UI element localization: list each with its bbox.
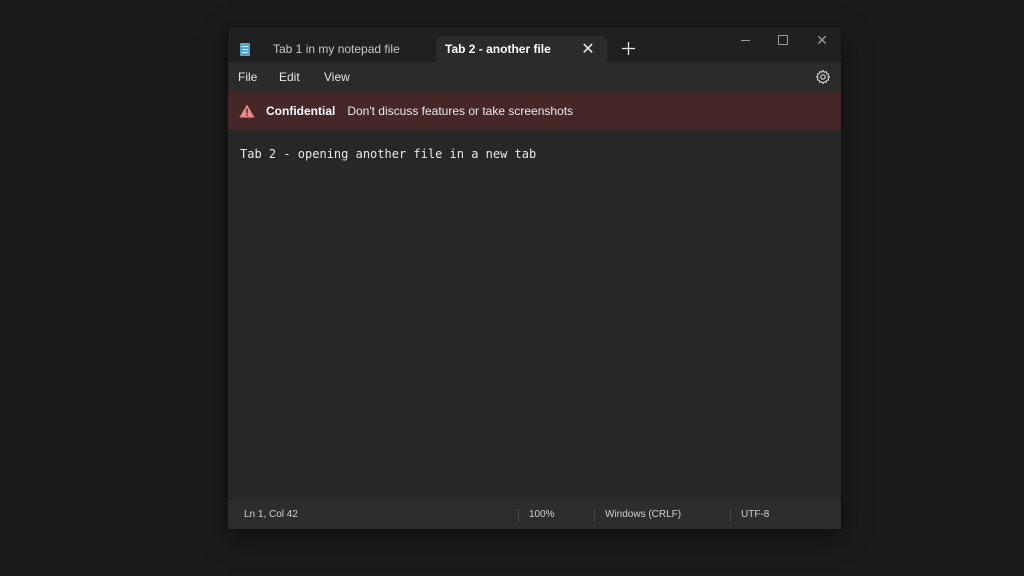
cursor-position: Ln 1, Col 42	[244, 509, 298, 520]
menu-edit[interactable]: Edit	[279, 62, 300, 92]
close-icon: ✕	[816, 31, 828, 48]
menu-bar: File Edit View	[228, 62, 841, 92]
editor-content[interactable]: Tab 2 - opening another file in a new ta…	[240, 147, 536, 161]
maximize-button[interactable]	[764, 27, 802, 53]
banner-title: Confidential	[266, 104, 336, 118]
notepad-window: Tab 1 in my notepad file Tab 2 - another…	[228, 27, 841, 529]
confidential-banner: Confidential Don't discuss features or t…	[228, 92, 841, 130]
minimize-icon	[740, 39, 750, 41]
plus-icon	[621, 41, 635, 55]
status-divider	[730, 509, 731, 521]
tab-1-label: Tab 1 in my notepad file	[273, 42, 400, 56]
tab-2-label: Tab 2 - another file	[445, 42, 551, 56]
minimize-button[interactable]	[726, 27, 764, 53]
tab-1[interactable]: Tab 1 in my notepad file	[228, 36, 436, 62]
new-tab-button[interactable]	[616, 36, 640, 60]
status-divider	[518, 509, 519, 521]
text-editor[interactable]: Tab 2 - opening another file in a new ta…	[228, 130, 841, 500]
tab-2[interactable]: Tab 2 - another file ✕	[436, 36, 607, 62]
menu-view[interactable]: View	[324, 62, 350, 92]
warning-icon	[239, 104, 255, 118]
line-ending[interactable]: Windows (CRLF)	[605, 500, 681, 529]
status-divider	[594, 509, 595, 521]
close-tab-icon[interactable]: ✕	[579, 40, 597, 58]
close-window-button[interactable]: ✕	[803, 27, 841, 53]
banner-message: Don't discuss features or take screensho…	[347, 104, 574, 118]
zoom-level[interactable]: 100%	[529, 500, 555, 529]
status-bar: Ln 1, Col 42 100% Windows (CRLF) UTF-8	[228, 500, 841, 529]
encoding[interactable]: UTF-8	[741, 500, 769, 529]
notepad-app-icon	[240, 42, 250, 56]
maximize-icon	[778, 35, 788, 45]
menu-file[interactable]: File	[238, 62, 257, 92]
title-bar: Tab 1 in my notepad file Tab 2 - another…	[228, 27, 841, 62]
gear-icon[interactable]	[815, 69, 831, 85]
